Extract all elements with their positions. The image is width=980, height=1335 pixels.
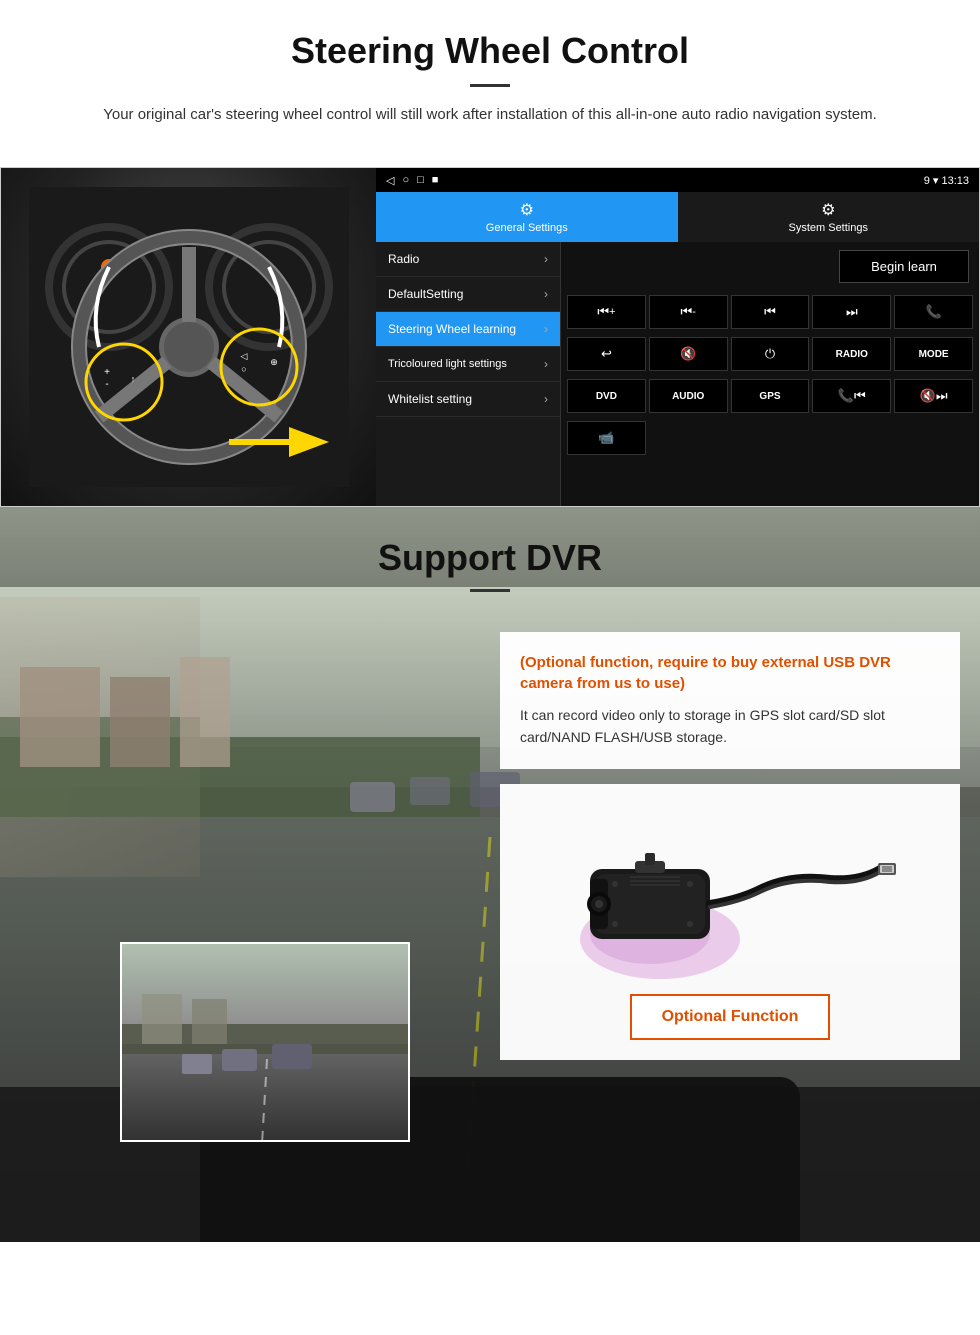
recents-icon[interactable]: □ xyxy=(417,174,424,187)
dvr-camera-area: Optional Function xyxy=(500,784,960,1060)
dvr-thumbnail xyxy=(120,942,410,1142)
section1-description: Your original car's steering wheel contr… xyxy=(80,103,900,127)
menu-default-label: DefaultSetting xyxy=(388,287,463,301)
ctrl-grid-row2: ↩ 🔇 ⏻ RADIO MODE xyxy=(561,333,979,375)
tab-system-settings[interactable]: ⚙ System Settings xyxy=(678,192,980,242)
system-settings-icon: ⚙ xyxy=(683,200,975,220)
ctrl-btn-mute-next[interactable]: 🔇⏭ xyxy=(894,379,973,413)
general-settings-icon: ⚙ xyxy=(381,200,673,220)
menu-item-whitelist[interactable]: Whitelist setting › xyxy=(376,382,560,417)
mockup-container: + - ↑ ◁ ○ ⊕ ◁ ○ □ ■ 9 ▾ 13:13 xyxy=(0,167,980,507)
ctrl-btn-vol-down[interactable]: ⏮- xyxy=(649,295,728,329)
dvr-left xyxy=(0,622,480,1222)
ctrl-btn-vol-up[interactable]: ⏮+ xyxy=(567,295,646,329)
dvr-description: It can record video only to storage in G… xyxy=(520,704,940,749)
ctrl-btn-gps[interactable]: GPS xyxy=(731,379,810,413)
ctrl-btn-dvd[interactable]: DVD xyxy=(567,379,646,413)
home-icon[interactable]: ○ xyxy=(402,174,409,187)
svg-text:◁: ◁ xyxy=(240,351,247,361)
section2-title: Support DVR xyxy=(0,537,980,579)
ctrl-btn-radio[interactable]: RADIO xyxy=(812,337,891,371)
android-statusbar: ◁ ○ □ ■ 9 ▾ 13:13 xyxy=(376,168,979,192)
ctrl-grid-row1: ⏮+ ⏮- ⏮ ⏭ 📞 xyxy=(561,291,979,333)
chevron-icon-5: › xyxy=(544,392,548,406)
section2-title-container: Support DVR xyxy=(0,507,980,602)
section1-title: Steering Wheel Control xyxy=(40,30,940,72)
menu-item-radio[interactable]: Radio › xyxy=(376,242,560,277)
ctrl-btn-back[interactable]: ↩ xyxy=(567,337,646,371)
section2-dvr: Support DVR xyxy=(0,507,980,1242)
android-panel: ◁ ○ □ ■ 9 ▾ 13:13 ⚙ General Settings ⚙ S… xyxy=(376,168,979,506)
android-body: Radio › DefaultSetting › Steering Wheel … xyxy=(376,242,979,506)
menu-tricoloured-label: Tricoloured light settings xyxy=(388,358,507,370)
svg-text:⊕: ⊕ xyxy=(270,357,278,367)
begin-learn-row: Begin learn xyxy=(561,242,979,291)
section2-divider xyxy=(470,589,510,592)
ctrl-btn-next[interactable]: ⏭ xyxy=(812,295,891,329)
menu-steering-label: Steering Wheel learning xyxy=(388,322,516,336)
camera-product-svg xyxy=(560,789,900,989)
tab-general-label: General Settings xyxy=(486,222,568,234)
menu-whitelist-label: Whitelist setting xyxy=(388,392,472,406)
ctrl-btn-dvr[interactable]: 📹 xyxy=(567,421,646,455)
android-content: Begin learn ⏮+ ⏮- ⏮ ⏭ 📞 ↩ 🔇 ⏻ RADIO MODE xyxy=(561,242,979,506)
chevron-icon-4: › xyxy=(544,357,548,371)
menu-item-tricoloured[interactable]: Tricoloured light settings › xyxy=(376,347,560,382)
optional-function-button[interactable]: Optional Function xyxy=(630,994,831,1040)
title-divider xyxy=(470,84,510,87)
steering-bg: + - ↑ ◁ ○ ⊕ xyxy=(1,168,376,506)
ctrl-grid-row4: 📹 xyxy=(561,417,979,459)
thumbnail-svg xyxy=(122,944,410,1142)
ctrl-grid-row3: DVD AUDIO GPS 📞⏮ 🔇⏭ xyxy=(561,375,979,417)
svg-text:+: + xyxy=(104,367,110,378)
ctrl-btn-mute[interactable]: 🔇 xyxy=(649,337,728,371)
ctrl-btn-call[interactable]: 📞 xyxy=(894,295,973,329)
svg-text:○: ○ xyxy=(241,364,246,374)
dvr-right: (Optional function, require to buy exter… xyxy=(480,622,980,1222)
menu-icon[interactable]: ■ xyxy=(432,174,439,187)
chevron-icon-3: › xyxy=(544,322,548,336)
svg-text:-: - xyxy=(105,379,108,390)
camera-product-image xyxy=(515,799,945,979)
menu-radio-label: Radio xyxy=(388,252,419,266)
dvr-optional-text: (Optional function, require to buy exter… xyxy=(520,652,940,694)
nav-icons: ◁ ○ □ ■ xyxy=(386,174,438,187)
tab-system-label: System Settings xyxy=(789,222,868,234)
svg-text:↑: ↑ xyxy=(130,374,135,384)
dvr-content: (Optional function, require to buy exter… xyxy=(0,602,980,1242)
menu-item-steering-wheel[interactable]: Steering Wheel learning › xyxy=(376,312,560,347)
ctrl-btn-power[interactable]: ⏻ xyxy=(731,337,810,371)
begin-learn-button[interactable]: Begin learn xyxy=(839,250,969,283)
steering-wheel-image: + - ↑ ◁ ○ ⊕ xyxy=(1,168,376,506)
android-tabs: ⚙ General Settings ⚙ System Settings xyxy=(376,192,979,242)
steering-wheel-svg: + - ↑ ◁ ○ ⊕ xyxy=(29,187,349,487)
menu-item-defaultsetting[interactable]: DefaultSetting › xyxy=(376,277,560,312)
ctrl-btn-mode[interactable]: MODE xyxy=(894,337,973,371)
section1-steering-wheel: Steering Wheel Control Your original car… xyxy=(0,0,980,167)
chevron-icon-2: › xyxy=(544,287,548,301)
tab-general-settings[interactable]: ⚙ General Settings xyxy=(376,192,678,242)
chevron-icon: › xyxy=(544,252,548,266)
dvr-thumbnail-inner xyxy=(122,944,408,1140)
ctrl-btn-audio[interactable]: AUDIO xyxy=(649,379,728,413)
android-menu: Radio › DefaultSetting › Steering Wheel … xyxy=(376,242,561,506)
ctrl-btn-prev[interactable]: ⏮ xyxy=(731,295,810,329)
status-bar-info: 9 ▾ 13:13 xyxy=(924,174,969,187)
back-icon[interactable]: ◁ xyxy=(386,174,394,187)
dvr-info-box: (Optional function, require to buy exter… xyxy=(500,632,960,769)
ctrl-btn-call-prev[interactable]: 📞⏮ xyxy=(812,379,891,413)
